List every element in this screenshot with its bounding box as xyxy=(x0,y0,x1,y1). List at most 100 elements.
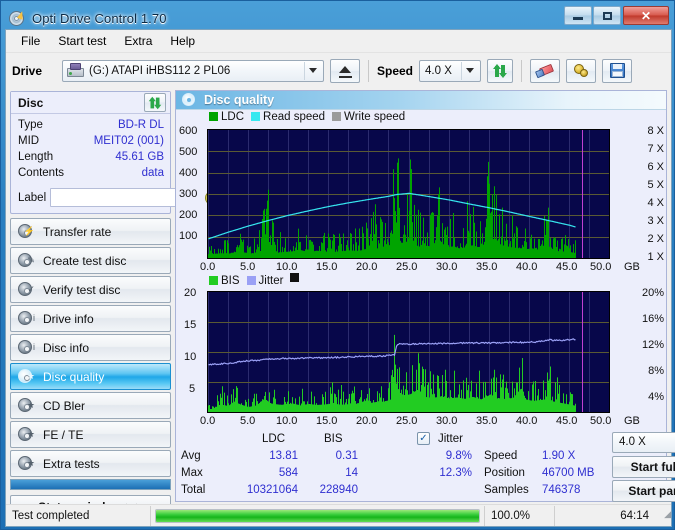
bis-ytick: 5 xyxy=(189,383,196,396)
resize-grip[interactable]: ◢ xyxy=(655,509,671,522)
ldc-plot-area xyxy=(207,128,610,259)
eject-button[interactable] xyxy=(330,58,360,83)
disc-label-row: Label xyxy=(11,185,221,213)
disc-refresh-button[interactable] xyxy=(144,93,166,112)
legend-item-ldc: LDC xyxy=(209,111,244,123)
refresh-button[interactable] xyxy=(487,58,514,83)
sidebar-filler-strip xyxy=(10,479,171,490)
sidebar-item-extra-tests[interactable]: ★ Extra tests xyxy=(10,450,171,477)
sidebar-item-fe-te[interactable]: ★ FE / TE xyxy=(10,421,171,448)
legend-label: Read speed xyxy=(263,110,326,123)
bis-xaxis-label: GB xyxy=(624,415,640,428)
legend-item-jitter: Jitter xyxy=(246,274,284,287)
drive-toolbar: Drive (G:) ATAPI iHBS112 2 PL06 Speed 4.… xyxy=(6,52,671,88)
sidebar-item-drive-info[interactable]: i Drive info xyxy=(10,305,171,332)
jitter-ytick: 8% xyxy=(648,365,664,378)
stats-row-label: Max xyxy=(181,466,203,479)
floppy-save-icon xyxy=(609,63,625,78)
legend-item-write-speed: Write speed xyxy=(332,111,405,123)
test-speed-value: 4.0 X xyxy=(619,436,646,449)
app-window: Opti Drive Control 1.70 ✕ File Start tes… xyxy=(0,0,675,530)
disc-groupbox-header: Disc xyxy=(11,92,170,114)
sidebar-item-transfer-rate[interactable]: ⚡ Transfer rate xyxy=(10,218,171,245)
eraser-icon xyxy=(534,63,555,78)
disc-row-key: MID xyxy=(18,135,40,147)
sidebar-item-label: Extra tests xyxy=(43,456,100,471)
disc-quality-panel: Disc quality LDC Read speed Write speed … xyxy=(175,90,675,502)
ldc-ytick: 400 xyxy=(179,166,198,179)
bis-ytick: 20 xyxy=(184,287,197,300)
minimize-button[interactable] xyxy=(564,6,592,25)
drive-select-value: (G:) ATAPI iHBS112 2 PL06 xyxy=(89,64,231,77)
legend-swatch xyxy=(209,112,218,122)
chevron-down-icon xyxy=(461,61,478,80)
toolbar-divider-2 xyxy=(521,59,523,82)
maximize-button[interactable] xyxy=(593,6,621,25)
menu-help[interactable]: Help xyxy=(161,32,204,50)
erase-button[interactable] xyxy=(530,58,561,83)
disc-row-value: BD-R DL xyxy=(117,119,164,131)
disc-info-rows: Type BD-R DL MID MEIT02 (001) Length 45.… xyxy=(11,114,170,185)
stats-header-jitter: Jitter xyxy=(438,432,463,445)
toolbar-divider-1 xyxy=(368,59,369,82)
ldc-xtick: 35.0 xyxy=(476,260,498,273)
panel-header: Disc quality xyxy=(176,91,666,110)
save-button[interactable] xyxy=(602,58,633,83)
window-controls: ✕ xyxy=(564,6,669,25)
stats-speed-value: 1.90 X xyxy=(542,449,576,462)
elapsed-time: 64:14 xyxy=(620,509,649,522)
disc-quality-icon xyxy=(182,92,197,107)
ldc-xtick: 25.0 xyxy=(396,260,418,273)
ldc-ytick: 600 xyxy=(179,124,198,137)
ldc-xtick: 0.0 xyxy=(200,260,216,273)
start-part-button[interactable]: Start part xyxy=(612,479,675,502)
swap-arrows-icon xyxy=(492,63,508,78)
stats-max-jitter: 12.3% xyxy=(439,466,472,479)
bis-ytick: 10 xyxy=(184,351,197,364)
sidebar-item-cd-bler[interactable]: ★ CD Bler xyxy=(10,392,171,419)
disc-icon: ✓ xyxy=(17,282,35,297)
disc-icon: ✎ xyxy=(17,253,35,268)
speed-ytick: 7 X xyxy=(647,142,664,155)
legend-label: BIS xyxy=(221,274,240,287)
menu-extra[interactable]: Extra xyxy=(115,32,161,50)
disc-icon: ★ xyxy=(17,369,35,384)
test-speed-select[interactable]: 4.0 X xyxy=(612,431,675,453)
sidebar-item-disc-quality[interactable]: ★ Disc quality xyxy=(10,363,171,390)
legend-label: Write speed xyxy=(344,110,406,123)
legend-swatch xyxy=(332,112,342,122)
disc-row-length: Length 45.61 GB xyxy=(18,149,164,165)
jitter-checkbox[interactable]: ✓ xyxy=(417,432,430,446)
bis-xtick: 50.0 xyxy=(590,415,612,428)
settings-button[interactable] xyxy=(566,58,597,83)
bis-ytick: 15 xyxy=(184,319,197,332)
ldc-xtick: 10.0 xyxy=(276,260,298,273)
drive-select[interactable]: (G:) ATAPI iHBS112 2 PL06 xyxy=(62,59,324,82)
client-area: File Start test Extra Help Drive (G:) AT… xyxy=(5,29,675,527)
sidebar-item-create-test-disc[interactable]: ✎ Create test disc xyxy=(10,247,171,274)
legend-label: Jitter xyxy=(258,274,284,287)
menu-file[interactable]: File xyxy=(12,32,49,50)
start-full-button[interactable]: Start full xyxy=(612,455,675,478)
stats-header-bis: BIS xyxy=(324,432,343,445)
disc-icon: i xyxy=(17,311,35,326)
stats-position-value: 46700 MB xyxy=(542,466,595,479)
stats-total-bis: 228940 xyxy=(319,483,358,496)
menu-start-test[interactable]: Start test xyxy=(49,32,115,50)
speed-select[interactable]: 4.0 X xyxy=(419,59,482,82)
sidebar-item-label: Create test disc xyxy=(43,253,127,268)
bis-xtick: 35.0 xyxy=(476,415,498,428)
sidebar-item-label: Disc quality xyxy=(43,369,105,384)
disc-icon: i xyxy=(17,340,35,355)
drive-icon xyxy=(67,63,85,78)
window-title: Opti Drive Control 1.70 xyxy=(32,10,167,26)
ldc-chart: LDC Read speed Write speed 600 500 400 3… xyxy=(176,110,666,273)
sidebar-item-label: FE / TE xyxy=(43,427,84,442)
progress-bar xyxy=(151,505,485,526)
close-button[interactable]: ✕ xyxy=(623,6,669,25)
sidebar-item-verify-test-disc[interactable]: ✓ Verify test disc xyxy=(10,276,171,303)
eject-icon xyxy=(339,66,351,73)
ldc-ytick: 100 xyxy=(179,229,198,242)
sidebar-item-disc-info[interactable]: i Disc info xyxy=(10,334,171,361)
speed-ytick: 6 X xyxy=(647,160,664,173)
